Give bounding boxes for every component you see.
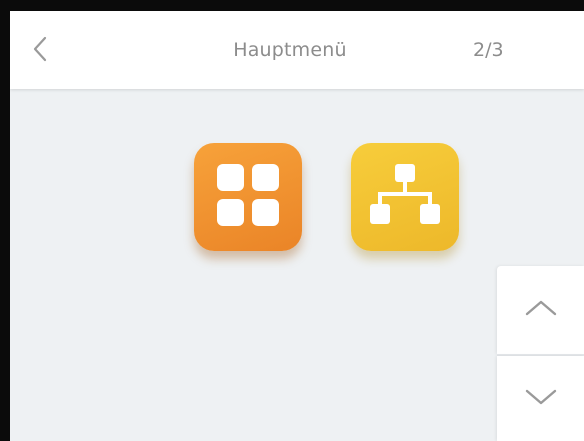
app-tile-network[interactable]	[351, 143, 459, 251]
scroll-up-button[interactable]	[497, 266, 584, 354]
grid-icon	[215, 162, 281, 232]
chevron-left-icon	[31, 35, 49, 67]
chevron-up-icon	[524, 298, 558, 322]
main-screen: Hauptmenü 2/3	[10, 11, 584, 441]
back-button[interactable]	[22, 31, 58, 71]
header-bar: Hauptmenü 2/3	[10, 11, 584, 89]
network-icon	[368, 162, 442, 232]
app-tile-grid[interactable]	[194, 143, 302, 251]
page-indicator: 2/3	[473, 39, 504, 61]
page-title: Hauptmenü	[233, 39, 347, 61]
scroll-down-button[interactable]	[497, 356, 584, 441]
chevron-down-icon	[524, 387, 558, 411]
